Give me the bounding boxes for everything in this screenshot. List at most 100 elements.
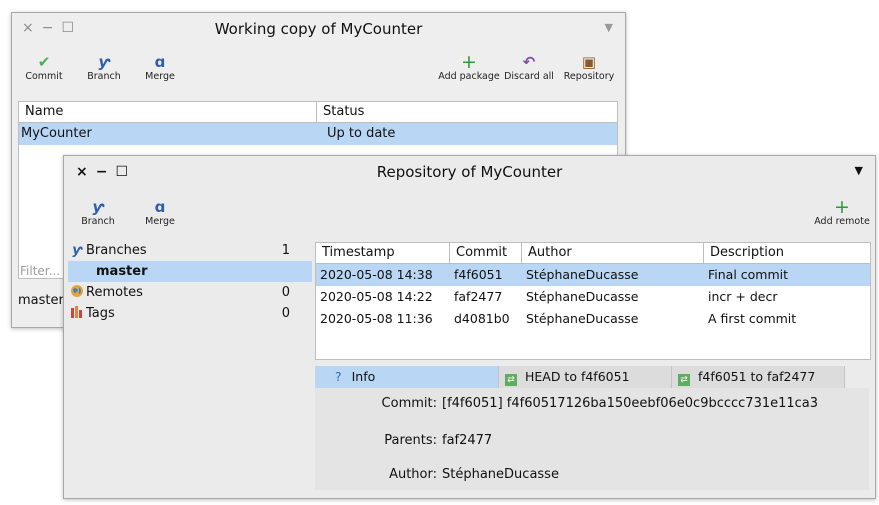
column-header-commit[interactable]: Commit [450, 243, 522, 263]
parents-value[interactable]: faf2477 [442, 433, 492, 448]
commit-timestamp: 2020-05-08 14:38 [320, 267, 433, 282]
sidebar-item-count: 1 [281, 243, 290, 258]
sidebar-item-label: Remotes [86, 285, 143, 300]
commit-timestamp: 2020-05-08 11:36 [320, 311, 433, 326]
commit-label: Commit: [381, 396, 437, 411]
author-value: StéphaneDucasse [442, 467, 559, 482]
checkmark-icon: ✔ [37, 53, 51, 71]
add-package-button[interactable]: + Add package [438, 51, 500, 83]
table-row[interactable]: MyCounter Up to date [19, 123, 617, 145]
minimize-icon[interactable]: − [42, 19, 54, 37]
column-header-status[interactable]: Status [317, 102, 617, 122]
commit-description: incr + decr [708, 289, 778, 304]
parents-label: Parents: [384, 433, 437, 448]
tab-info[interactable]: ? Info [315, 366, 499, 388]
merge-icon: ɑ [154, 198, 166, 216]
commit-timestamp: 2020-05-08 14:22 [320, 289, 433, 304]
commit-button-label: Commit [25, 71, 63, 82]
discard-all-label: Discard all [504, 71, 554, 82]
column-header-description[interactable]: Description [704, 243, 870, 263]
table-row[interactable]: 2020-05-08 11:36 d4081b0 StéphaneDucasse… [316, 308, 870, 330]
tab-label: f4f6051 to faf2477 [697, 369, 816, 384]
merge-icon: ɑ [154, 53, 166, 71]
window-menu-icon[interactable]: ▼ [605, 21, 613, 34]
maximize-icon[interactable]: ☐ [115, 163, 128, 181]
package-name: MyCounter [21, 126, 92, 141]
sidebar-item-count: 0 [281, 285, 290, 300]
commit-hash: f4f6051 [454, 267, 503, 282]
commit-author: StéphaneDucasse [526, 289, 639, 304]
commits-table-header: Timestamp Commit Author Description [316, 243, 870, 264]
sidebar-item-master[interactable]: master [68, 261, 312, 282]
repository-window: × − ☐ Repository of MyCounter ▼ ƴ Branch… [63, 155, 876, 499]
close-icon[interactable]: × [22, 19, 34, 37]
column-header-name[interactable]: Name [19, 102, 317, 122]
sidebar-item-label: Tags [86, 306, 115, 321]
table-row[interactable]: 2020-05-08 14:22 faf2477 StéphaneDucasse… [316, 286, 870, 308]
branch-icon: ƴ [92, 198, 104, 216]
plus-icon: + [834, 196, 850, 218]
tab-label: HEAD to f4f6051 [524, 369, 630, 384]
commit-info-panel: Commit: [f4f6051] f4f60517126ba150eebf06… [315, 388, 869, 490]
close-icon[interactable]: × [76, 163, 88, 181]
repository-label: Repository [563, 71, 615, 82]
maximize-icon[interactable]: ☐ [61, 19, 74, 37]
branch-button-label: Branch [81, 216, 115, 227]
author-label: Author: [389, 467, 437, 482]
repository-button[interactable]: ▣ Repository [559, 53, 619, 82]
undo-icon: ↶ [522, 53, 536, 71]
tab-label: Info [351, 369, 376, 384]
packages-table-header: Name Status [19, 102, 617, 123]
filter-input[interactable]: Filter... [20, 264, 60, 278]
commit-author: StéphaneDucasse [526, 311, 639, 326]
window-title: Working copy of MyCounter [214, 20, 423, 38]
repository-icon: ▣ [581, 53, 597, 71]
globe-icon [68, 284, 86, 302]
sidebar-item-tags[interactable]: Tags 0 [68, 303, 312, 324]
commit-author: StéphaneDucasse [526, 267, 639, 282]
sidebar-item-remotes[interactable]: Remotes 0 [68, 282, 312, 303]
commit-hash: faf2477 [454, 289, 503, 304]
branch-icon: ƴ [98, 53, 110, 71]
merge-button[interactable]: ɑ Merge [132, 198, 188, 227]
merge-button[interactable]: ɑ Merge [132, 53, 188, 82]
window-title: Repository of MyCounter [376, 163, 563, 181]
current-branch-label: master [18, 293, 64, 308]
add-remote-label: Add remote [814, 216, 870, 227]
commit-hash: d4081b0 [454, 311, 510, 326]
tab-commit-diff[interactable]: ⇄ f4f6051 to faf2477 [672, 366, 845, 388]
help-icon: ? [335, 369, 342, 384]
diff-icon: ⇄ [505, 374, 517, 386]
commits-table: Timestamp Commit Author Description 2020… [315, 242, 871, 360]
add-remote-button[interactable]: + Add remote [812, 196, 872, 228]
tab-head-diff[interactable]: ⇄ HEAD to f4f6051 [499, 366, 672, 388]
branch-button[interactable]: ƴ Branch [70, 198, 126, 227]
merge-button-label: Merge [145, 71, 175, 82]
diff-icon: ⇄ [678, 374, 690, 386]
repository-titlebar[interactable]: × − ☐ Repository of MyCounter ▼ [64, 156, 875, 188]
sidebar-item-label: master [96, 264, 148, 279]
window-menu-icon[interactable]: ▼ [855, 164, 863, 177]
sidebar-item-branches[interactable]: ƴ Branches 1 [68, 240, 312, 261]
column-header-timestamp[interactable]: Timestamp [316, 243, 450, 263]
detail-tabs: ? Info ⇄ HEAD to f4f6051 ⇄ f4f6051 to fa… [315, 366, 845, 388]
commit-description: A first commit [708, 311, 797, 326]
table-row[interactable]: 2020-05-08 14:38 f4f6051 StéphaneDucasse… [316, 264, 870, 286]
plus-icon: + [461, 51, 477, 73]
merge-button-label: Merge [145, 216, 175, 227]
commit-description: Final commit [708, 267, 789, 282]
branch-icon: ƴ [71, 243, 83, 258]
package-status: Up to date [327, 126, 396, 141]
sidebar-item-label: Branches [86, 243, 147, 258]
sidebar-item-count: 0 [281, 306, 290, 321]
working-copy-titlebar[interactable]: × − ☐ Working copy of MyCounter ▼ [12, 13, 625, 45]
repository-sidebar: ƴ Branches 1 master Remotes 0 Tags 0 [68, 240, 312, 324]
minimize-icon[interactable]: − [96, 163, 108, 181]
commit-button[interactable]: ✔ Commit [16, 53, 72, 82]
branch-button-label: Branch [87, 71, 121, 82]
discard-all-button[interactable]: ↶ Discard all [500, 53, 558, 82]
tags-icon [68, 305, 86, 322]
branch-button[interactable]: ƴ Branch [76, 53, 132, 82]
add-package-label: Add package [438, 71, 500, 82]
column-header-author[interactable]: Author [522, 243, 704, 263]
